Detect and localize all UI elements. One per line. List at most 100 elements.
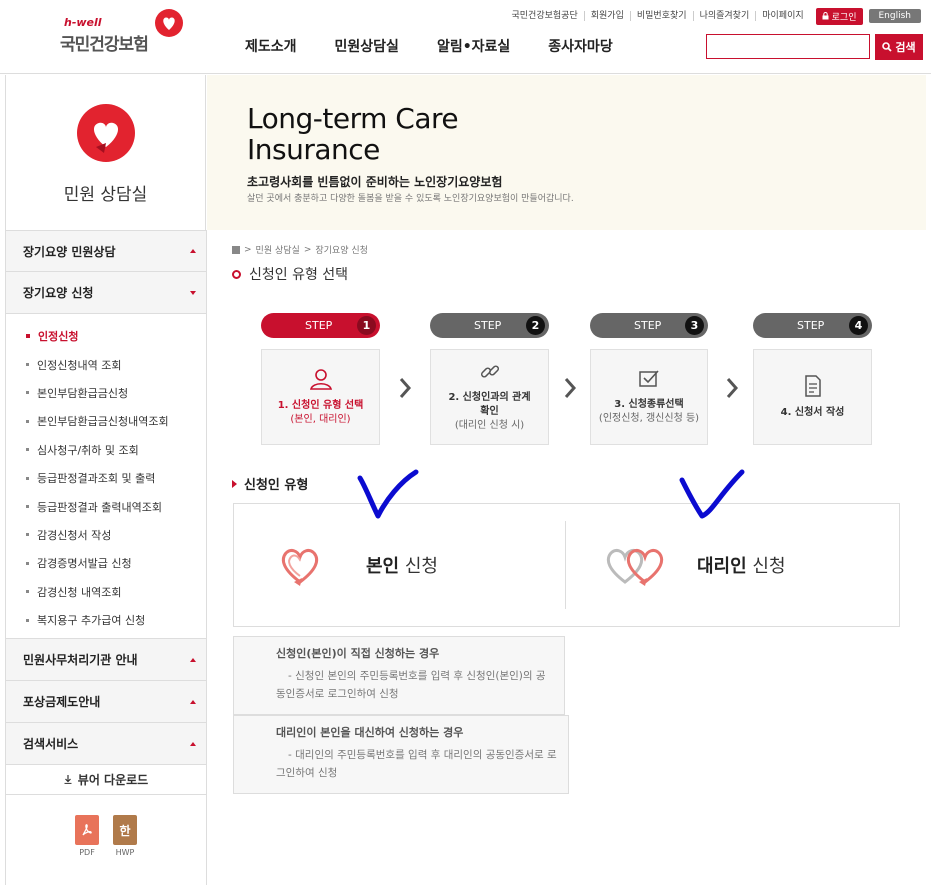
logo-tagline: h-well xyxy=(64,16,102,29)
submenu-item-active[interactable]: 인정신청 xyxy=(6,322,206,350)
step-pill-label: STEP xyxy=(634,319,662,332)
gnb-system-intro[interactable]: 제도소개 xyxy=(245,36,297,56)
submenu-item[interactable]: 복지용구 추가급여 신청 xyxy=(6,606,206,634)
util-link-nhis[interactable]: 국민건강보험공단 xyxy=(506,11,584,21)
banner-description: 살던 곳에서 충분하고 다양한 돌봄을 받을 수 있도록 노인장기요양보험이 만… xyxy=(247,194,574,204)
banner-title-line2: Insurance xyxy=(247,133,380,166)
chevron-right-icon xyxy=(564,378,577,398)
submenu-label: 본인부담환급금신청내역조회 xyxy=(37,415,169,429)
submenu-label: 감경증명서발급 신청 xyxy=(37,557,132,571)
hwp-viewer-link[interactable]: 한 HWP xyxy=(113,815,137,857)
util-link-favorites[interactable]: 나의즐겨찾기 xyxy=(692,11,756,21)
agent-apply-label: 대리인 신청 xyxy=(697,552,786,578)
agent-apply-option[interactable]: 대리인 신청 xyxy=(599,504,899,626)
submenu-item[interactable]: 심사청구/취하 및 조회 xyxy=(6,436,206,464)
breadcrumb-item[interactable]: 장기요양 신청 xyxy=(315,243,368,256)
sidebar-item-reward[interactable]: 포상금제도안내 xyxy=(6,681,206,724)
breadcrumb-item[interactable]: 민원 상담실 xyxy=(256,243,300,256)
search-input[interactable] xyxy=(706,34,870,59)
step-label: 2. 신청인과의 관계 확인 xyxy=(448,392,531,417)
sidebar-nav: 장기요양 민원상담 장기요양 신청 인정신청 인정신청내역 조회 본인부담환급금… xyxy=(5,230,207,885)
self-apply-info: 신청인(본인)이 직접 신청하는 경우 - 신청인 본인의 주민등록번호를 입력… xyxy=(233,636,565,715)
breadcrumb-sep: > xyxy=(303,244,312,255)
util-link-signup[interactable]: 회원가입 xyxy=(583,11,630,21)
hwp-label: HWP xyxy=(115,848,135,858)
submenu-label: 등급판정결과조회 및 출력 xyxy=(37,472,156,486)
collapse-down-icon xyxy=(190,290,196,295)
submenu-item[interactable]: 등급판정결과 출력내역조회 xyxy=(6,492,206,520)
submenu-item[interactable]: 등급판정결과조회 및 출력 xyxy=(6,464,206,492)
submenu-label: 복지용구 추가급여 신청 xyxy=(37,614,146,628)
step-pill-label: STEP xyxy=(797,319,825,332)
step-2-box: 2. 신청인과의 관계 확인 (대리인 신청 시) xyxy=(430,349,549,445)
section-bullet-icon xyxy=(232,479,237,488)
util-link-mypage[interactable]: 마이페이지 xyxy=(755,11,809,21)
home-icon[interactable] xyxy=(232,245,240,254)
site-header: h-well 국민건강보험 국민건강보험공단 회원가입 비밀번호찾기 나의즐겨찾… xyxy=(0,0,931,74)
step-label: 3. 신청종류선택 xyxy=(614,399,684,410)
sidebar-item-agencies[interactable]: 민원사무처리기관 안내 xyxy=(6,639,206,682)
step-4-pill: STEP 4 xyxy=(753,313,872,338)
title-bullet-icon xyxy=(232,269,241,279)
agent-apply-info: 대리인이 본인을 대신하여 신청하는 경우 - 대리인의 주민등록번호를 입력 … xyxy=(233,715,569,794)
global-nav: 제도소개 민원상담실 알림•자료실 종사자마당 xyxy=(245,36,651,56)
bullet-icon xyxy=(26,618,29,622)
step-4-box: 4. 신청서 작성 xyxy=(753,349,872,445)
sidebar-item-label: 민원사무처리기관 안내 xyxy=(23,653,138,668)
site-logo[interactable]: h-well 국민건강보험 xyxy=(60,8,190,58)
submenu-item[interactable]: 감경신청 내역조회 xyxy=(6,578,206,606)
step-label: 4. 신청서 작성 xyxy=(780,407,845,418)
sidebar-submenu: 인정신청 인정신청내역 조회 본인부담환급금신청 본인부담환급금신청내역조회 심… xyxy=(6,314,206,640)
search-button[interactable]: 검색 xyxy=(875,34,923,60)
bullet-icon xyxy=(26,391,29,395)
util-link-find-password[interactable]: 비밀번호찾기 xyxy=(629,11,693,21)
hero-banner: Long-term Care Insurance 초고령사회를 빈틈없이 준비하… xyxy=(207,75,926,230)
agent-apply-rest: 신청 xyxy=(746,556,786,577)
page-title-text: 신청인 유형 선택 xyxy=(249,267,349,283)
sidebar-item-search-service[interactable]: 검색서비스 xyxy=(6,723,206,766)
sidebar-item-label: 장기요양 민원상담 xyxy=(23,244,116,259)
hwp-icon: 한 xyxy=(113,815,137,846)
sidebar-item-ltc-apply[interactable]: 장기요양 신청 xyxy=(6,272,206,314)
submenu-label: 인정신청 xyxy=(38,330,79,344)
step-number: 2 xyxy=(526,316,545,335)
submenu-item[interactable]: 본인부담환급금신청 xyxy=(6,379,206,407)
submenu-label: 등급판정결과 출력내역조회 xyxy=(37,500,162,514)
expand-up-icon xyxy=(190,249,196,253)
section-title: 신청인 유형 xyxy=(232,474,308,493)
section-title-text: 신청인 유형 xyxy=(244,478,309,493)
login-button[interactable]: 로그인 xyxy=(815,7,863,25)
step-number: 4 xyxy=(849,316,868,335)
submenu-item[interactable]: 본인부담환급금신청내역조회 xyxy=(6,407,206,435)
breadcrumb: > 민원 상담실 > 장기요양 신청 xyxy=(232,243,368,256)
option-divider xyxy=(565,521,566,609)
info-body: - 대리인의 주민등록번호를 입력 후 대리인의 공동인증서로 로그인하여 신청 xyxy=(276,749,557,779)
gnb-notice-resources[interactable]: 알림•자료실 xyxy=(437,36,510,56)
english-button[interactable]: English xyxy=(868,9,921,23)
step-pill-label: STEP xyxy=(305,319,333,332)
chevron-right-icon xyxy=(399,378,412,398)
login-label: 로그인 xyxy=(831,12,857,23)
sidebar-title: 민원 상담실 xyxy=(63,185,148,205)
submenu-item[interactable]: 감경신청서 작성 xyxy=(6,521,206,549)
pdf-icon xyxy=(75,815,99,846)
pdf-viewer-link[interactable]: PDF xyxy=(75,815,99,857)
gnb-civil-service[interactable]: 민원상담실 xyxy=(335,36,399,56)
viewer-file-icons: PDF 한 HWP xyxy=(6,815,206,857)
step-2-pill: STEP 2 xyxy=(430,313,549,338)
self-apply-rest: 신청 xyxy=(399,556,438,577)
breadcrumb-sep: > xyxy=(244,244,252,255)
sidebar-item-label: 검색서비스 xyxy=(23,737,79,752)
sidebar-item-label: 장기요양 신청 xyxy=(23,286,94,300)
double-heart-icon xyxy=(606,548,664,586)
viewer-download-link[interactable]: 뷰어 다운로드 xyxy=(6,765,206,796)
person-icon xyxy=(309,369,332,390)
hwp-glyph: 한 xyxy=(119,823,131,838)
banner-subtitle: 초고령사회를 빈틈없이 준비하는 노인장기요양보험 xyxy=(247,175,503,189)
submenu-item[interactable]: 인정신청내역 조회 xyxy=(6,350,206,378)
sidebar-item-ltc-consult[interactable]: 장기요양 민원상담 xyxy=(6,230,206,272)
step-3-box: 3. 신청종류선택 (인정신청, 갱신신청 등) xyxy=(590,349,708,445)
page-title: 신청인 유형 선택 xyxy=(232,264,348,284)
gnb-worker-plaza[interactable]: 종사자마당 xyxy=(548,36,612,56)
submenu-item[interactable]: 감경증명서발급 신청 xyxy=(6,549,206,577)
